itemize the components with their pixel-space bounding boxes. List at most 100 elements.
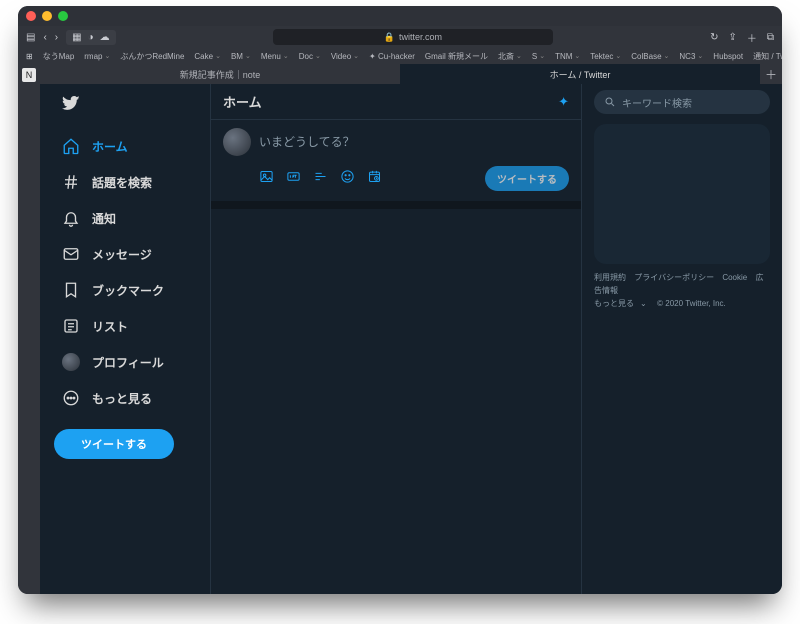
nav-label: ホーム [92,138,128,155]
zoom-window-button[interactable] [58,11,68,21]
bookmark-item[interactable]: TNM⌄ [555,52,580,61]
nav-label: 通知 [92,210,116,227]
back-icon[interactable]: ‹ [43,32,46,43]
add-icon[interactable]: ＋ [747,30,757,45]
bookmark-item[interactable]: なうMap [43,51,75,62]
nav-more[interactable]: もっと見る [52,381,210,415]
nav-profile[interactable]: プロフィール [52,345,210,379]
sidebar-strip: N [18,64,40,594]
bookmark-item[interactable]: S⌄ [532,52,545,61]
bookmarks-bar: ⊞ なうMap rmap⌄ ぶんかつRedMine Cake⌄ BM⌄ Menu… [18,48,782,64]
bookmark-item[interactable]: Doc⌄ [299,52,321,61]
tabs-icon[interactable]: ⧉ [767,32,774,43]
bookmark-item[interactable]: Hubspot [713,52,743,61]
page-title: ホーム [223,92,262,111]
bookmark-icon [62,281,80,299]
notion-app-icon[interactable]: N [22,68,36,82]
bookmark-item[interactable]: Tektec⌄ [590,52,621,61]
more-icon [62,389,80,407]
close-window-button[interactable] [26,11,36,21]
tweet-button[interactable]: ツイートする [54,429,174,459]
forward-icon[interactable]: › [55,32,58,43]
footer-copyright: © 2020 Twitter, Inc. [657,299,726,308]
footer-link[interactable]: もっと見る [594,299,634,308]
poll-icon[interactable] [313,169,328,189]
ext1-icon[interactable]: ▦ [72,32,81,43]
twitter-logo-icon[interactable] [52,92,210,129]
trends-panel [594,124,770,264]
window-titlebar [18,6,782,26]
reload-icon[interactable]: ↻ [710,32,718,43]
bookmark-item[interactable]: 北斎⌄ [498,51,522,62]
list-icon [62,317,80,335]
tab-note[interactable]: 新規記事作成｜note [40,64,400,84]
compose-box: いまどうしてる？ ツイートする [211,119,581,209]
nav-messages[interactable]: メッセージ [52,237,210,271]
browser-toolbar: ▤ ‹ › ▦ ◑ ☁ 🔒 twitter.com ↻ ⇪ ＋ ⧉ [18,26,782,48]
bookmark-item[interactable]: rmap⌄ [84,52,110,61]
bookmark-item[interactable]: ぶんかつRedMine [120,51,184,62]
bookmark-item[interactable]: ✦ Cu-hacker [369,52,415,61]
search-placeholder: キーワード検索 [622,95,692,110]
nav-bookmarks[interactable]: ブックマーク [52,273,210,307]
bell-icon [62,209,80,227]
timeline-header: ホーム ✦ [211,84,581,119]
extension-group: ▦ ◑ ☁ [66,30,116,45]
nav-explore[interactable]: 話題を検索 [52,165,210,199]
bookmark-item[interactable]: Menu⌄ [261,52,289,61]
chevron-down-icon: ⌄ [640,299,647,308]
address-bar-container: 🔒 twitter.com [126,29,700,45]
right-column: キーワード検索 利用規約 プライバシーポリシー Cookie 広告情報 もっと見… [582,84,782,594]
nav-lists[interactable]: リスト [52,309,210,343]
nav-notifications[interactable]: 通知 [52,201,210,235]
share-icon[interactable]: ⇪ [728,32,736,43]
footer-link[interactable]: 利用規約 [594,273,626,282]
ext3-icon[interactable]: ☁ [100,32,110,43]
sidebar-icon[interactable]: ▤ [26,32,35,43]
compose-avatar[interactable] [223,128,251,156]
footer-link[interactable]: Cookie [722,273,747,282]
nav-label: プロフィール [92,354,164,371]
compose-input[interactable]: いまどうしてる？ [259,128,355,150]
twitter-page: ホーム 話題を検索 通知 メッセージ [40,84,782,594]
browser-window: ▤ ‹ › ▦ ◑ ☁ 🔒 twitter.com ↻ ⇪ ＋ ⧉ ⊞ なうMa… [18,6,782,594]
home-icon [62,137,80,155]
traffic-lights [26,11,68,21]
compose-tweet-button[interactable]: ツイートする [485,166,569,191]
mail-icon [62,245,80,263]
sparkle-icon[interactable]: ✦ [558,94,569,110]
tab-twitter[interactable]: ホーム / Twitter [400,64,760,84]
bookmark-item[interactable]: Cake⌄ [194,52,221,61]
nav-label: リスト [92,318,128,335]
emoji-icon[interactable] [340,169,355,189]
timeline-column: ホーム ✦ いまどうしてる？ [210,84,582,594]
ext2-icon[interactable]: ◑ [88,32,94,43]
bookmark-item[interactable]: ColBase⌄ [631,52,669,61]
address-url: twitter.com [399,32,442,42]
lock-icon: 🔒 [384,32,395,43]
gif-icon[interactable] [286,169,301,189]
footer-links: 利用規約 プライバシーポリシー Cookie 広告情報 もっと見る⌄ © 202… [594,272,770,310]
address-bar[interactable]: 🔒 twitter.com [273,29,553,45]
image-icon[interactable] [259,169,274,189]
nav-label: メッセージ [92,246,152,263]
bookmarks-menu-icon[interactable]: ⊞ [26,52,33,61]
tab-bar: 新規記事作成｜note ホーム / Twitter ＋ [40,64,782,84]
minimize-window-button[interactable] [42,11,52,21]
twitter-nav: ホーム 話題を検索 通知 メッセージ [40,84,210,594]
schedule-icon[interactable] [367,169,382,189]
avatar-icon [62,353,80,371]
search-input[interactable]: キーワード検索 [594,90,770,114]
nav-label: もっと見る [92,390,152,407]
footer-link[interactable]: プライバシーポリシー [634,273,714,282]
bookmark-item[interactable]: 通知 / Twitter [753,51,782,62]
new-tab-button[interactable]: ＋ [760,64,782,84]
bookmark-item[interactable]: BM⌄ [231,52,251,61]
nav-home[interactable]: ホーム [52,129,210,163]
bookmark-item[interactable]: NC3⌄ [679,52,703,61]
search-icon [604,96,616,108]
hash-icon [62,173,80,191]
nav-label: ブックマーク [92,282,164,299]
bookmark-item[interactable]: Gmail 新規メール [425,51,488,62]
bookmark-item[interactable]: Video⌄ [331,52,359,61]
